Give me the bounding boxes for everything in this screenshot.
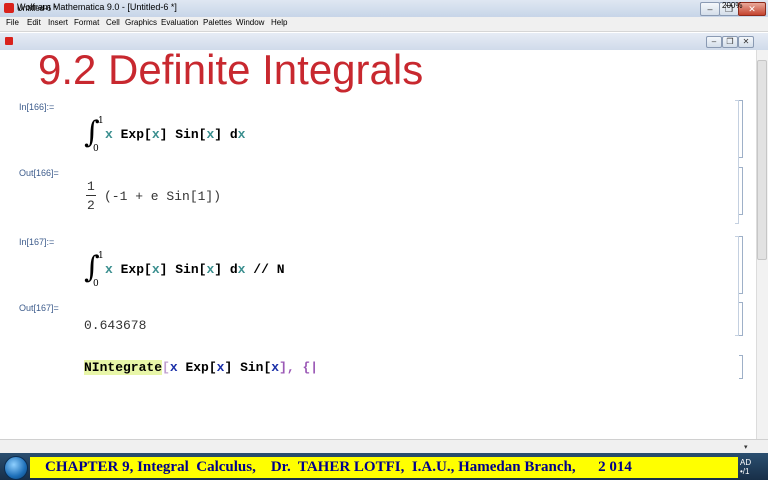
upper-limit: 1 [98,251,104,261]
menu-graphics[interactable]: Graphics [125,18,157,27]
current-input-cell[interactable]: NIntegrate[x Exp[x] Sin[x], {| [84,360,318,375]
cell-bracket[interactable] [739,355,743,379]
integrand-expression: x Exp[x] Sin[x] dx // N [105,262,285,277]
menu-file[interactable]: File [6,18,19,27]
cell-bracket[interactable] [739,100,743,158]
start-button-icon[interactable] [4,456,28,480]
banner-text: CHAPTER 9, Integral Calculus, Dr. TAHER … [45,459,632,475]
zoom-dropdown-icon[interactable]: ▾ [744,443,748,451]
cell-label-in-167: In[167]:= [19,237,55,247]
document-title-bar [0,33,768,51]
minimize-button[interactable]: – [700,2,720,16]
output-value-167: 0.643678 [84,318,147,333]
fraction-denominator: 2 [87,198,95,213]
cell-label-out-166: Out[166]= [19,168,59,178]
lower-limit: 0 [93,279,99,289]
menu-cell[interactable]: Cell [106,18,120,27]
menu-window[interactable]: Window [236,18,264,27]
menu-insert[interactable]: Insert [48,18,68,27]
section-title: 9.2 Definite Integrals [38,50,424,93]
menu-evaluation[interactable]: Evaluation [161,18,198,27]
nintegrate-function: NIntegrate [84,360,163,375]
cell-label-in-166: In[166]:= [19,102,55,112]
cell-bracket[interactable] [739,167,743,215]
fraction-bar [86,195,96,196]
taskbar-clock[interactable]: AD •/1 [740,458,751,476]
input-cell-166[interactable]: ∫ 1 0 x Exp[x] Sin[x] dx [84,116,384,156]
scrollbar-thumb[interactable] [757,60,767,260]
notebook-area[interactable]: 9.2 Definite Integrals In[166]:= ∫ 1 0 x… [0,50,756,439]
zoom-level[interactable]: 200% [722,1,742,10]
status-bar [0,439,768,454]
integrand-expression: x Exp[x] Sin[x] dx [105,127,246,142]
cell-bracket[interactable] [739,236,743,294]
input-cell-167[interactable]: ∫ 1 0 x Exp[x] Sin[x] dx // N [84,251,404,291]
lower-limit: 0 [93,144,99,154]
menu-help[interactable]: Help [271,18,287,27]
menu-palettes[interactable]: Palettes [203,18,232,27]
doc-restore-button[interactable]: ❐ [722,36,738,48]
notebook-icon [5,37,13,45]
fraction-numerator: 1 [87,179,95,194]
upper-limit: 1 [98,116,104,126]
document-title: Untitled-6 * [17,4,57,13]
menu-edit[interactable]: Edit [27,18,41,27]
cell-label-out-167: Out[167]= [19,303,59,313]
cell-bracket[interactable] [739,302,743,336]
doc-minimize-button[interactable]: – [706,36,722,48]
mathematica-logo-icon [4,3,14,13]
menu-format[interactable]: Format [74,18,99,27]
doc-close-button[interactable]: ✕ [738,36,754,48]
output-cell-166: 1 2 (-1 + e Sin[1]) [84,178,384,214]
output-expression: (-1 + e Sin[1]) [104,189,222,204]
menu-bar: File Edit Insert Format Cell Graphics Ev… [0,17,768,32]
